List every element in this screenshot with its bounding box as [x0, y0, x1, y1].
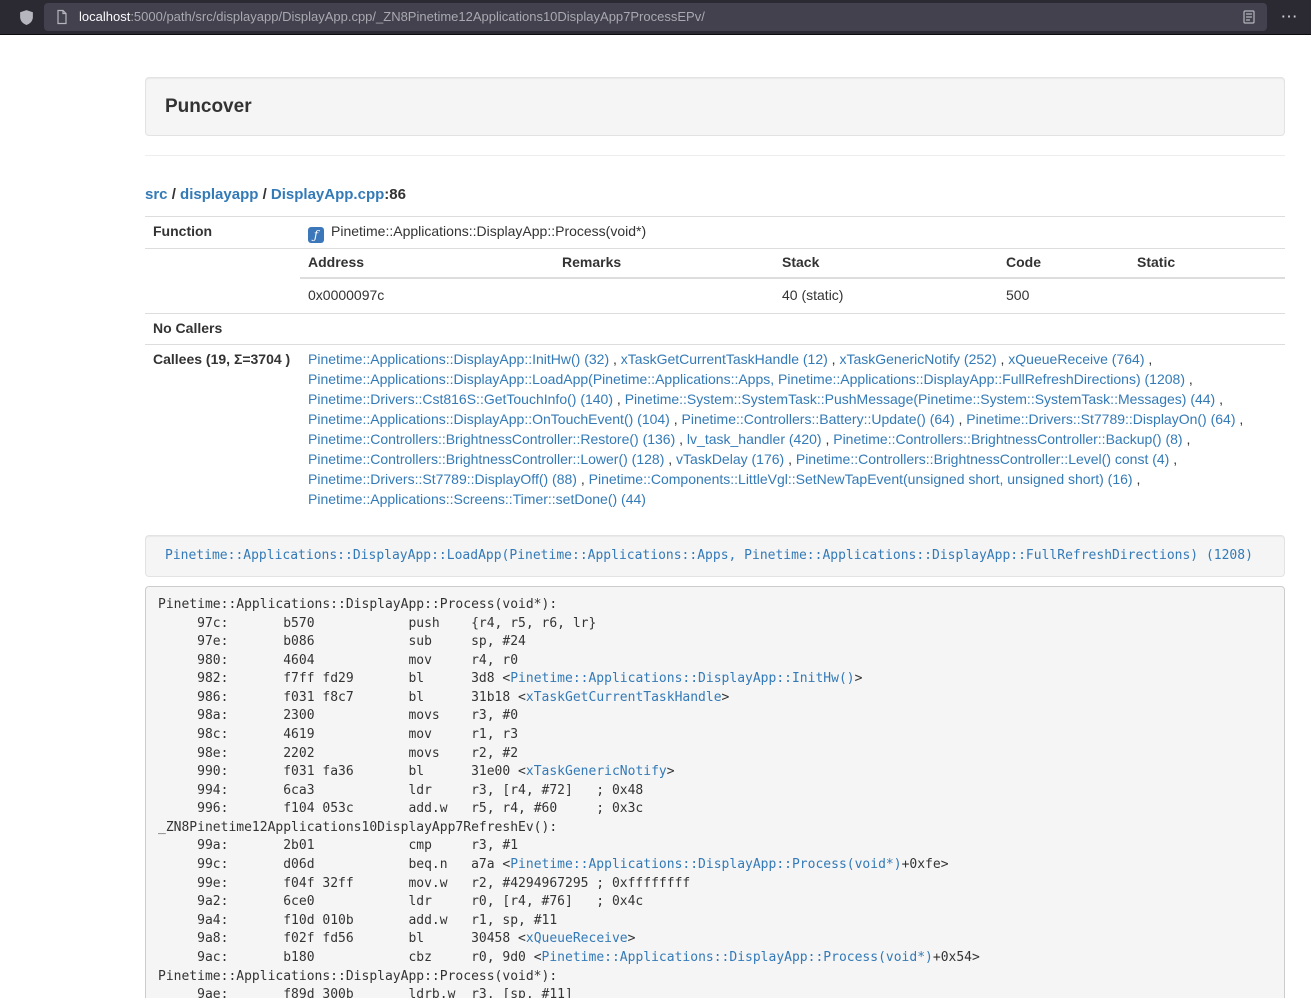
callee-separator: ,: [1144, 351, 1152, 367]
callees-list: Pinetime::Applications::DisplayApp::Init…: [300, 345, 1285, 515]
page-info-button[interactable]: [54, 9, 70, 25]
url-host: localhost: [79, 9, 130, 24]
breadcrumb-link[interactable]: displayapp: [180, 186, 258, 203]
callees-label: Callees (19, Σ=3704 ): [145, 345, 300, 515]
tracking-protection-button[interactable]: [10, 3, 42, 31]
code-symbol-link[interactable]: xTaskGenericNotify: [526, 764, 667, 779]
callee-link[interactable]: Pinetime::Controllers::BrightnessControl…: [796, 451, 1169, 467]
callee-separator: ,: [997, 351, 1009, 367]
function-name: Pinetime::Applications::DisplayApp::Proc…: [331, 223, 646, 239]
stats-row-label: [145, 249, 300, 314]
callee-link[interactable]: xTaskGenericNotify (252): [839, 351, 996, 367]
stats-value: [554, 278, 774, 313]
callee-link[interactable]: Pinetime::Drivers::Cst816S::GetTouchInfo…: [308, 391, 613, 407]
callers-value: [300, 314, 1285, 345]
callees-row: Callees (19, Σ=3704 ) Pinetime::Applicat…: [145, 345, 1285, 515]
reader-view-button[interactable]: [1241, 9, 1257, 25]
overflow-menu-button[interactable]: ⋯: [1273, 3, 1305, 31]
symbol-table: Function ƒPinetime::Applications::Displa…: [145, 216, 1285, 515]
callee-link[interactable]: Pinetime::System::SystemTask::PushMessag…: [625, 391, 1216, 407]
callee-link[interactable]: Pinetime::Controllers::Battery::Update()…: [682, 411, 955, 427]
callee-separator: ,: [1133, 471, 1141, 487]
code-symbol-link[interactable]: Pinetime::Applications::DisplayApp::Proc…: [542, 950, 933, 965]
stats-value: 500: [998, 278, 1129, 313]
stats-header: Remarks: [554, 249, 774, 278]
callee-link[interactable]: Pinetime::Applications::Screens::Timer::…: [308, 491, 646, 507]
callee-separator: ,: [1215, 391, 1223, 407]
overflow-menu-icon: ⋯: [1281, 7, 1298, 27]
callee-separator: ,: [1185, 371, 1193, 387]
callee-link[interactable]: Pinetime::Drivers::St7789::DisplayOff() …: [308, 471, 577, 487]
callee-separator: ,: [609, 351, 621, 367]
url-path: :5000/path/src/displayapp/DisplayApp.cpp…: [130, 9, 705, 24]
callee-link[interactable]: vTaskDelay (176): [676, 451, 784, 467]
callee-link[interactable]: Pinetime::Drivers::St7789::DisplayOn() (…: [966, 411, 1235, 427]
callee-separator: ,: [955, 411, 967, 427]
callee-link[interactable]: Pinetime::Controllers::BrightnessControl…: [833, 431, 1182, 447]
callers-label: No Callers: [145, 314, 300, 345]
code-symbol-link[interactable]: Pinetime::Applications::DisplayApp::Init…: [510, 671, 854, 686]
stats-header: Address: [300, 249, 554, 278]
callee-separator: ,: [822, 431, 834, 447]
breadcrumb-line-number: :86: [384, 186, 406, 203]
stats-header: Stack: [774, 249, 998, 278]
breadcrumb-separator: /: [258, 186, 271, 203]
stats-row: AddressRemarksStackCodeStatic 0x0000097c…: [145, 249, 1285, 314]
callee-link[interactable]: Pinetime::Components::LittleVgl::SetNewT…: [589, 471, 1133, 487]
code-symbol-link[interactable]: xQueueReceive: [526, 931, 628, 946]
page-content: Puncover src / displayapp / DisplayApp.c…: [145, 35, 1285, 998]
shield-icon: [18, 9, 35, 26]
callers-row: No Callers: [145, 314, 1285, 345]
stats-header-row: AddressRemarksStackCodeStatic: [300, 249, 1285, 278]
callee-separator: ,: [577, 471, 589, 487]
stats-value: 40 (static): [774, 278, 998, 313]
callee-separator: ,: [675, 431, 687, 447]
function-label: Function: [145, 216, 300, 249]
callee-link[interactable]: Pinetime::Applications::DisplayApp::Load…: [308, 371, 1185, 387]
app-title-panel: Puncover: [145, 77, 1285, 136]
app-title-link[interactable]: Puncover: [165, 96, 252, 117]
stats-value-row: 0x0000097c 40 (static)500: [300, 278, 1285, 313]
breadcrumb-link[interactable]: src: [145, 186, 168, 203]
breadcrumb: src / displayapp / DisplayApp.cpp:86: [145, 184, 1285, 205]
stats-value: [1129, 278, 1285, 313]
divider: [145, 155, 1285, 156]
url-bar[interactable]: localhost:5000/path/src/displayapp/Displ…: [44, 3, 1267, 31]
stats-value: 0x0000097c: [300, 278, 554, 313]
stats-header: Code: [998, 249, 1129, 278]
callee-separator: ,: [613, 391, 625, 407]
callee-separator: ,: [828, 351, 840, 367]
function-row: Function ƒ Pinetime::Applications::Displa…: [145, 216, 1285, 249]
callee-separator: ,: [1236, 411, 1244, 427]
callee-link[interactable]: xQueueReceive (764): [1008, 351, 1144, 367]
callee-link[interactable]: xTaskGetCurrentTaskHandle (12): [621, 351, 828, 367]
breadcrumb-link[interactable]: DisplayApp.cpp: [271, 186, 384, 203]
code-symbol-link[interactable]: xTaskGetCurrentTaskHandle: [526, 690, 722, 705]
stats-header: Static: [1129, 249, 1285, 278]
breadcrumb-links: src / displayapp / DisplayApp.cpp: [145, 186, 384, 203]
function-type-icon: ƒ: [308, 227, 324, 243]
callee-link[interactable]: Pinetime::Applications::DisplayApp::Init…: [308, 351, 609, 367]
callee-link[interactable]: Pinetime::Controllers::BrightnessControl…: [308, 431, 675, 447]
callee-separator: ,: [670, 411, 682, 427]
disassembly-code: Pinetime::Applications::DisplayApp::Proc…: [145, 586, 1285, 998]
function-value: ƒ Pinetime::Applications::DisplayApp::Pro…: [300, 216, 1285, 249]
reader-view-icon: [1241, 9, 1257, 25]
highlighted-callee-panel: Pinetime::Applications::DisplayApp::Load…: [145, 535, 1285, 577]
callee-link[interactable]: Pinetime::Applications::DisplayApp::OnTo…: [308, 411, 670, 427]
stats-table: AddressRemarksStackCodeStatic 0x0000097c…: [300, 249, 1285, 313]
url-text: localhost:5000/path/src/displayapp/Displ…: [79, 8, 705, 27]
callee-separator: ,: [1169, 451, 1177, 467]
callee-separator: ,: [784, 451, 796, 467]
breadcrumb-separator: /: [168, 186, 181, 203]
highlighted-callee-link[interactable]: Pinetime::Applications::DisplayApp::Load…: [165, 548, 1253, 563]
callee-link[interactable]: lv_task_handler (420): [687, 431, 822, 447]
page-info-icon: [54, 9, 70, 25]
browser-toolbar: localhost:5000/path/src/displayapp/Displ…: [0, 0, 1311, 35]
callee-separator: ,: [664, 451, 676, 467]
callee-separator: ,: [1183, 431, 1191, 447]
code-symbol-link[interactable]: Pinetime::Applications::DisplayApp::Proc…: [510, 857, 901, 872]
callee-link[interactable]: Pinetime::Controllers::BrightnessControl…: [308, 451, 664, 467]
